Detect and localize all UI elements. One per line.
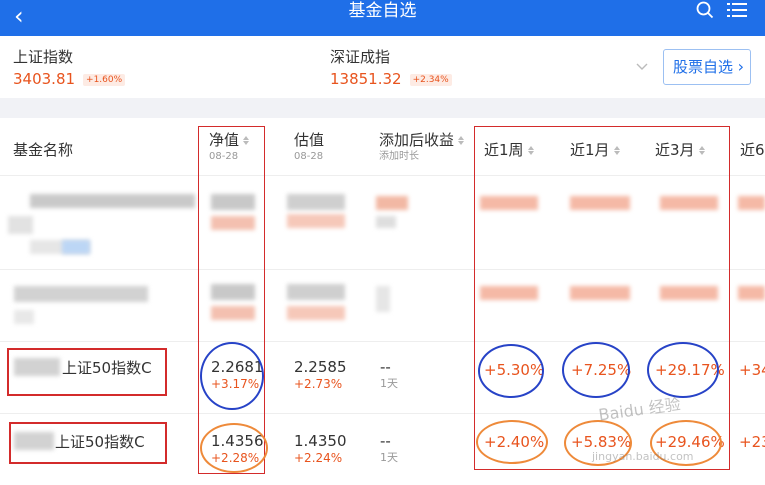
annotation-box-fund-b <box>9 422 167 464</box>
since-added-cell: -- 1天 <box>380 432 398 466</box>
redacted-text <box>738 196 765 210</box>
estimate-change: +2.24% <box>294 451 343 465</box>
header-estimate-date: 08-28 <box>294 151 324 162</box>
header-fund-name: 基金名称 <box>13 141 74 159</box>
header-since-added[interactable]: 添加后收益 添加时长 <box>379 130 465 164</box>
page-title: 基金自选 <box>348 1 417 21</box>
stock-watchlist-label: 股票自选 <box>673 58 734 76</box>
annotation-circle <box>562 342 630 398</box>
redacted-text <box>376 196 408 210</box>
estimate-cell: 1.4350 +2.24% <box>294 432 347 466</box>
section-divider <box>0 98 765 118</box>
month6-return: +34 <box>739 361 765 379</box>
header-estimate[interactable]: 估值 08-28 <box>294 130 324 164</box>
index-shanghai[interactable]: 上证指数 3403.81 +1.60% <box>13 46 126 90</box>
estimate-change: +2.73% <box>294 377 343 391</box>
header-estimate-label: 估值 <box>294 131 325 149</box>
index-change: +1.60% <box>83 74 126 86</box>
header-since-added-sub: 添加时长 <box>379 151 419 162</box>
since-added-value: -- <box>380 432 391 450</box>
header-since-added-label: 添加后收益 <box>379 131 455 149</box>
index-change: +2.34% <box>409 74 452 86</box>
list-menu-icon[interactable] <box>727 1 747 19</box>
index-shenzhen[interactable]: 深证成指 13851.32 +2.34% <box>330 46 452 90</box>
estimate-value: 2.2585 <box>294 358 347 376</box>
stock-watchlist-button[interactable]: 股票自选 › <box>663 49 751 85</box>
since-added-value: -- <box>380 358 391 376</box>
redacted-text <box>287 306 345 320</box>
redacted-text <box>14 310 34 324</box>
redacted-text <box>738 286 765 300</box>
annotation-circle <box>478 344 544 398</box>
annotation-circle <box>476 420 548 464</box>
header-month6[interactable]: 近6 <box>740 140 765 160</box>
redacted-text <box>8 216 33 234</box>
index-name: 深证成指 <box>330 48 391 66</box>
index-name: 上证指数 <box>13 48 74 66</box>
redacted-text <box>376 286 390 312</box>
chevron-right-icon: › <box>737 57 744 76</box>
redacted-text <box>30 194 195 208</box>
index-value: 3403.81 <box>13 70 76 88</box>
annotation-box-fund-a <box>7 348 167 396</box>
annotation-circle <box>200 342 264 410</box>
sort-icon <box>458 136 465 146</box>
index-value: 13851.32 <box>330 70 402 88</box>
since-added-cell: -- 1天 <box>380 358 398 392</box>
chevron-down-icon[interactable] <box>636 60 648 72</box>
estimate-value: 1.4350 <box>294 432 347 450</box>
watermark-url: jingyan.baidu.com <box>592 450 694 463</box>
annotation-box-nav-column <box>198 126 265 474</box>
redacted-text <box>14 286 148 302</box>
redacted-text <box>287 284 345 300</box>
since-added-time: 1天 <box>380 377 398 390</box>
redacted-text <box>287 194 345 210</box>
month6-return: +23 <box>739 433 765 451</box>
redacted-text <box>376 216 396 228</box>
estimate-cell: 2.2585 +2.73% <box>294 358 347 392</box>
redacted-text <box>287 214 345 228</box>
since-added-time: 1天 <box>380 451 398 464</box>
index-bar: 上证指数 3403.81 +1.60% 深证成指 13851.32 +2.34% 股… <box>0 36 765 98</box>
annotation-circle <box>647 342 719 398</box>
redacted-text <box>62 240 90 254</box>
top-bar: ‹ 基金自选 <box>0 0 765 36</box>
annotation-circle <box>200 423 268 473</box>
search-icon[interactable] <box>696 1 714 19</box>
